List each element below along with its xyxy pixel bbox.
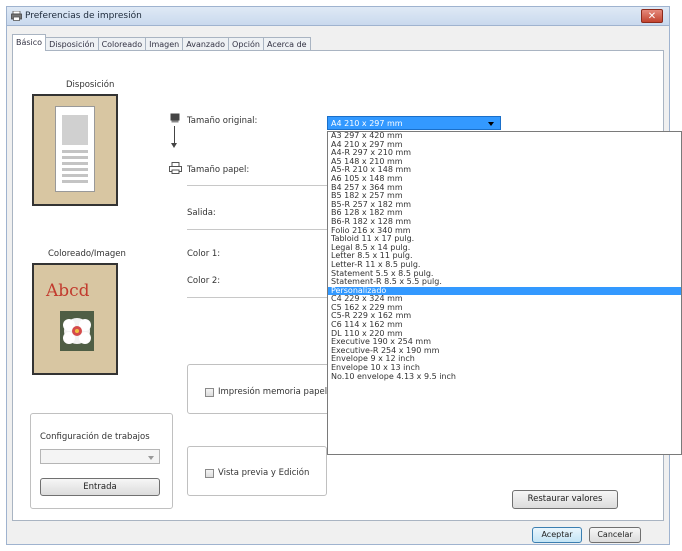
accept-button[interactable]: Aceptar xyxy=(532,527,582,543)
page-text-line xyxy=(62,180,88,183)
separator xyxy=(187,229,327,230)
restore-button[interactable]: Restaurar valores xyxy=(512,490,618,509)
preview-checkbox[interactable] xyxy=(205,469,214,478)
paper-size-label: Tamaño papel: xyxy=(187,165,250,175)
original-size-select[interactable]: A4 210 x 297 mm xyxy=(327,116,501,130)
page-text-line xyxy=(62,156,88,159)
flower-image xyxy=(60,311,94,351)
title-bar: Preferencias de impresión ✕ xyxy=(6,6,670,26)
original-size-value: A4 210 x 297 mm xyxy=(331,119,403,128)
chevron-down-icon xyxy=(148,456,154,460)
arrow-connector xyxy=(174,126,175,144)
color1-label: Color 1: xyxy=(187,249,221,259)
page-text-line xyxy=(62,162,88,165)
tab-disposicion[interactable]: Disposición xyxy=(45,37,99,51)
page-text-line xyxy=(62,168,88,171)
paper-size-icon xyxy=(169,162,182,177)
page-text-line xyxy=(62,174,88,177)
entry-button[interactable]: Entrada xyxy=(40,478,160,496)
chevron-down-icon xyxy=(488,122,494,126)
color-preview: Abcd xyxy=(32,263,118,375)
printer-icon xyxy=(11,10,22,21)
tab-opcion[interactable]: Opción xyxy=(228,37,264,51)
tab-avanzado[interactable]: Avanzado xyxy=(182,37,230,51)
separator xyxy=(187,297,327,298)
original-size-icon xyxy=(170,113,180,126)
tab-coloreado[interactable]: Coloreado xyxy=(97,37,147,51)
tab-imagen[interactable]: Imagen xyxy=(145,37,184,51)
output-label: Salida: xyxy=(187,208,216,218)
window-title: Preferencias de impresión xyxy=(25,11,142,21)
page-image-block xyxy=(62,115,88,145)
layout-label: Disposición xyxy=(66,80,115,90)
color-sample-text: Abcd xyxy=(46,281,90,301)
color-image-label: Coloreado/Imagen xyxy=(48,249,126,259)
cancel-button[interactable]: Cancelar xyxy=(589,527,641,543)
tab-bar: Básico Disposición Coloreado Imagen Avan… xyxy=(12,34,311,51)
job-settings-select[interactable] xyxy=(40,449,160,464)
paper-size-dropdown-list[interactable]: A3 297 x 420 mm A4 210 x 297 mm A4-R 297 x… xyxy=(327,131,682,455)
tab-basico[interactable]: Básico xyxy=(12,34,47,51)
dropdown-option[interactable]: No.10 envelope 4.13 x 9.5 inch xyxy=(328,372,681,382)
job-settings-label: Configuración de trabajos xyxy=(40,432,150,442)
arrow-down-icon xyxy=(171,143,177,148)
original-size-label: Tamaño original: xyxy=(187,116,258,126)
layout-preview xyxy=(32,94,118,206)
separator xyxy=(187,185,327,186)
preview-label: Vista previa y Edición xyxy=(218,468,310,478)
tab-acerca-de[interactable]: Acerca de xyxy=(262,37,311,51)
memory-print-label: Impresión memoria papel xyxy=(218,387,328,397)
page-thumbnail xyxy=(55,106,95,192)
close-button[interactable]: ✕ xyxy=(641,9,663,23)
page-text-line xyxy=(62,150,88,153)
color2-label: Color 2: xyxy=(187,276,221,286)
memory-print-checkbox[interactable] xyxy=(205,388,214,397)
